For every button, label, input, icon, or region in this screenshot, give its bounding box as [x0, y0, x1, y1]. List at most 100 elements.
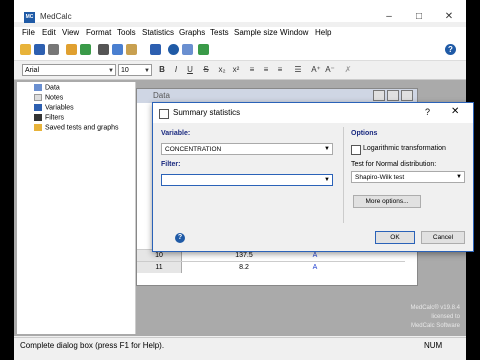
menu-tools[interactable]: Tools: [117, 28, 136, 37]
app-window: MC MedCalc – □ ✕ File Edit View Format T…: [14, 0, 474, 360]
help-question-icon[interactable]: ?: [425, 107, 430, 117]
paste-icon[interactable]: [126, 44, 137, 55]
variables-icon: [34, 104, 42, 111]
divider: [343, 127, 344, 223]
maximize-button[interactable]: □: [410, 10, 428, 24]
refresh-icon[interactable]: [168, 44, 179, 55]
tree-item-filters[interactable]: Filters: [34, 114, 64, 121]
normal-test-label: Test for Normal distribution:: [351, 161, 437, 168]
italic-icon[interactable]: I: [170, 64, 182, 76]
align-left-icon[interactable]: ≡: [246, 64, 258, 76]
undo-icon[interactable]: [150, 44, 161, 55]
menu-help[interactable]: Help: [315, 28, 331, 37]
data-restore-button[interactable]: [387, 90, 399, 101]
menu-window[interactable]: Window: [280, 28, 308, 37]
menu-bar: File Edit View Format Tools Statistics G…: [14, 27, 466, 40]
dialog-icon: [159, 109, 169, 119]
filter-label: Filter:: [161, 161, 181, 168]
chevron-down-icon: ▼: [324, 146, 330, 152]
clear-format-icon[interactable]: ✗: [342, 64, 354, 76]
menu-graphs[interactable]: Graphs: [179, 28, 205, 37]
menu-file[interactable]: File: [22, 28, 35, 37]
minimize-button[interactable]: –: [380, 10, 398, 24]
menu-tests[interactable]: Tests: [210, 28, 229, 37]
status-bar: Complete dialog box (press F1 for Help).…: [14, 337, 466, 353]
status-text: Complete dialog box (press F1 for Help).: [20, 341, 165, 350]
increase-font-icon[interactable]: A⁺: [310, 64, 322, 76]
format-toolbar: Arial ▼ 10 ▼ B I U S x₂ x² ≡ ≡ ≡ ☰ A⁺ A⁻ ✗: [14, 61, 466, 80]
cancel-button[interactable]: Cancel: [421, 231, 465, 244]
menu-view[interactable]: View: [62, 28, 79, 37]
find-icon[interactable]: [182, 44, 193, 55]
normal-test-value: Shapiro-Wilk test: [355, 174, 405, 181]
filter-input[interactable]: ▼: [161, 174, 333, 186]
open-icon[interactable]: [20, 44, 31, 55]
print-icon[interactable]: [48, 44, 59, 55]
log-transform-label: Logarithmic transformation: [363, 145, 446, 152]
variable-label: Variable:: [161, 130, 191, 137]
close-button[interactable]: ✕: [440, 10, 458, 24]
copy-icon[interactable]: [112, 44, 123, 55]
align-right-icon[interactable]: ≡: [274, 64, 286, 76]
chevron-down-icon: ▼: [324, 177, 330, 183]
ok-button[interactable]: OK: [375, 231, 415, 244]
data-window-title: Data: [153, 91, 170, 100]
decrease-font-icon[interactable]: A⁻: [324, 64, 336, 76]
menu-sample-size[interactable]: Sample size: [234, 28, 278, 37]
dialog-title: Summary statistics: [173, 108, 241, 117]
main-toolbar: [14, 40, 466, 61]
log-transform-checkbox[interactable]: [351, 145, 361, 155]
row-number: 11: [137, 262, 182, 273]
variable-select[interactable]: CONCENTRATION ▼: [161, 143, 333, 155]
table-row[interactable]: 11 8.2 A: [137, 261, 405, 273]
data-icon: [34, 84, 42, 91]
grid-icon[interactable]: [80, 44, 91, 55]
chevron-down-icon: ▼: [144, 68, 150, 74]
medcalc-logo-icon: MC: [24, 12, 35, 23]
variable-value: CONCENTRATION: [165, 146, 222, 153]
tree-item-variables[interactable]: Variables: [34, 104, 74, 111]
data-close-button[interactable]: [401, 90, 413, 101]
font-size-select[interactable]: 10 ▼: [118, 64, 152, 76]
align-center-icon[interactable]: ≡: [260, 64, 272, 76]
data-minimize-button[interactable]: [373, 90, 385, 101]
license-watermark: MedCalc® v19.8.4 licensed to MedCalc Sof…: [410, 305, 460, 329]
cell-value[interactable]: 8.2: [219, 262, 269, 273]
menu-statistics[interactable]: Statistics: [142, 28, 174, 37]
bold-icon[interactable]: B: [156, 64, 168, 76]
menu-edit[interactable]: Edit: [42, 28, 56, 37]
filter-icon: [34, 114, 42, 121]
add-sheet-icon[interactable]: [198, 44, 209, 55]
chevron-down-icon: ▼: [456, 174, 462, 180]
font-size-value: 10: [121, 67, 129, 74]
more-options-button[interactable]: More options...: [353, 195, 421, 208]
title-bar: MC MedCalc – □ ✕: [14, 0, 466, 24]
cell-flag[interactable]: A: [303, 262, 327, 273]
font-value: Arial: [25, 67, 40, 74]
superscript-icon[interactable]: x²: [230, 64, 242, 76]
window-title: MedCalc: [40, 12, 72, 21]
cut-icon[interactable]: [98, 44, 109, 55]
tree-item-data[interactable]: Data: [34, 84, 60, 91]
tree-item-saved[interactable]: Saved tests and graphs: [34, 124, 119, 131]
contents-tree: Data Notes Variables Filters Saved tests…: [17, 82, 136, 334]
normal-test-select[interactable]: Shapiro-Wilk test ▼: [351, 171, 465, 183]
folder-icon: [34, 124, 42, 131]
underline-icon[interactable]: U: [184, 64, 196, 76]
help-icon[interactable]: ?: [445, 44, 456, 55]
font-select[interactable]: Arial ▼: [22, 64, 116, 76]
strikethrough-icon[interactable]: S: [200, 64, 212, 76]
subscript-icon[interactable]: x₂: [216, 64, 228, 76]
bullet-list-icon[interactable]: ☰: [292, 64, 304, 76]
options-label: Options: [351, 130, 378, 137]
save-icon[interactable]: [34, 44, 45, 55]
data-window-titlebar: Data: [137, 89, 417, 103]
num-lock-indicator: NUM: [424, 341, 443, 350]
help-icon[interactable]: ?: [175, 233, 185, 243]
dialog-titlebar: Summary statistics ? ✕: [153, 103, 473, 123]
tree-item-notes[interactable]: Notes: [34, 94, 63, 101]
new-spreadsheet-icon[interactable]: [66, 44, 77, 55]
summary-statistics-dialog: Summary statistics ? ✕ Variable: CONCENT…: [152, 102, 474, 252]
menu-format[interactable]: Format: [86, 28, 111, 37]
dialog-close-icon[interactable]: ✕: [451, 106, 459, 117]
